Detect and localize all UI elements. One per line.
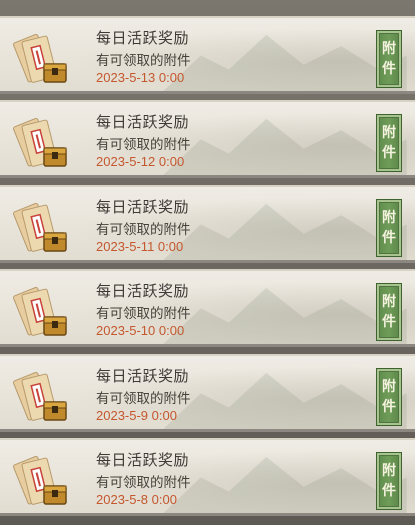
- attachment-badge[interactable]: 附件: [376, 199, 402, 257]
- attachment-badge[interactable]: 附件: [376, 452, 402, 510]
- mail-subtitle: 有可领取的附件: [96, 137, 191, 153]
- badge-char: 件: [382, 314, 396, 330]
- envelope-with-chest-icon: [13, 286, 67, 336]
- attachment-badge[interactable]: 附件: [376, 114, 402, 172]
- attachment-badge[interactable]: 附件: [376, 368, 402, 426]
- attachment-badge[interactable]: 附件: [376, 30, 402, 88]
- envelope-with-chest-icon: [13, 202, 67, 252]
- mail-date: 2023-5-11 0:00: [96, 239, 184, 254]
- attachment-badge[interactable]: 附件: [376, 283, 402, 341]
- mail-subtitle: 有可领取的附件: [96, 391, 191, 407]
- mail-title: 每日活跃奖励: [96, 113, 190, 131]
- badge-char: 附: [382, 379, 396, 395]
- mail-item[interactable]: 每日活跃奖励 有可领取的附件 2023-5-11 0:00 附件: [0, 185, 415, 263]
- badge-char: 附: [382, 463, 396, 479]
- mail-date: 2023-5-13 0:00: [96, 70, 185, 85]
- envelope-with-chest-icon: [13, 117, 67, 167]
- mail-subtitle: 有可领取的附件: [96, 475, 191, 491]
- mail-date: 2023-5-12 0:00: [96, 154, 185, 169]
- badge-char: 附: [382, 210, 396, 226]
- mail-item[interactable]: 每日活跃奖励 有可领取的附件 2023-5-13 0:00 附件: [0, 16, 415, 94]
- mail-title: 每日活跃奖励: [96, 29, 190, 47]
- mail-title: 每日活跃奖励: [96, 367, 190, 385]
- mail-title: 每日活跃奖励: [96, 282, 190, 300]
- mail-item[interactable]: 每日活跃奖励 有可领取的附件 2023-5-8 0:00 附件: [0, 438, 415, 516]
- mail-subtitle: 有可领取的附件: [96, 53, 191, 69]
- mail-date: 2023-5-9 0:00: [96, 408, 177, 423]
- envelope-with-chest-icon: [13, 455, 67, 505]
- badge-char: 件: [382, 483, 396, 499]
- mail-list: 每日活跃奖励 有可领取的附件 2023-5-13 0:00 附件 每日活跃奖励 …: [0, 0, 415, 525]
- mail-subtitle: 有可领取的附件: [96, 222, 191, 238]
- envelope-with-chest-icon: [13, 33, 67, 83]
- badge-char: 件: [382, 61, 396, 77]
- badge-char: 件: [382, 399, 396, 415]
- badge-char: 件: [382, 145, 396, 161]
- mail-title: 每日活跃奖励: [96, 451, 190, 469]
- mail-date: 2023-5-8 0:00: [96, 492, 177, 507]
- mail-item[interactable]: 每日活跃奖励 有可领取的附件 2023-5-12 0:00 附件: [0, 100, 415, 178]
- badge-char: 件: [382, 230, 396, 246]
- mail-date: 2023-5-10 0:00: [96, 323, 185, 338]
- envelope-with-chest-icon: [13, 371, 67, 421]
- badge-char: 附: [382, 294, 396, 310]
- mail-item[interactable]: 每日活跃奖励 有可领取的附件 2023-5-10 0:00 附件: [0, 269, 415, 347]
- mail-title: 每日活跃奖励: [96, 198, 190, 216]
- mail-subtitle: 有可领取的附件: [96, 306, 191, 322]
- mail-item[interactable]: 每日活跃奖励 有可领取的附件 2023-5-9 0:00 附件: [0, 354, 415, 432]
- badge-char: 附: [382, 41, 396, 57]
- badge-char: 附: [382, 125, 396, 141]
